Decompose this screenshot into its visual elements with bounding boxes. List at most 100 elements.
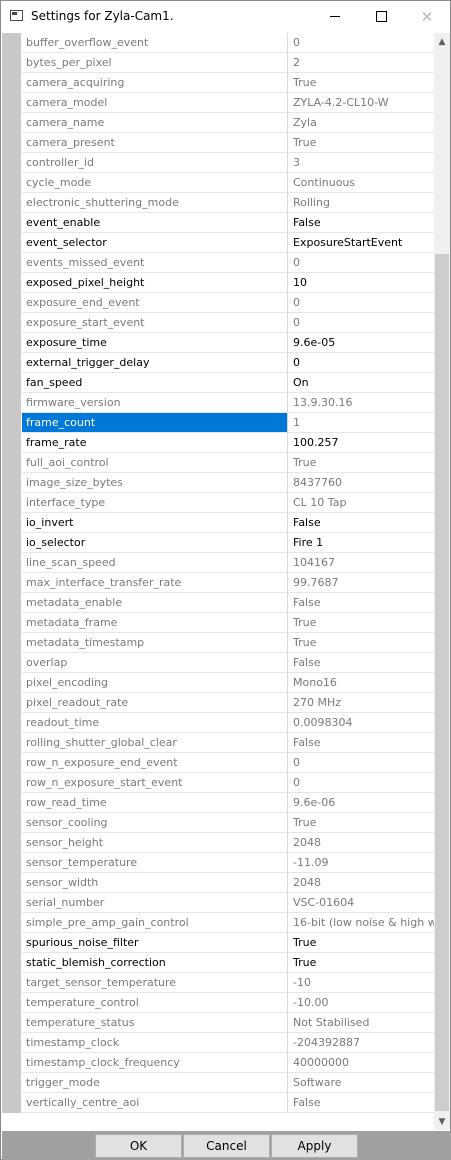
- property-value[interactable]: False: [288, 513, 434, 533]
- ok-button[interactable]: OK: [95, 1134, 182, 1158]
- property-name[interactable]: events_missed_event: [22, 253, 288, 273]
- property-name[interactable]: target_sensor_temperature: [22, 973, 288, 993]
- property-name[interactable]: pixel_readout_rate: [22, 693, 288, 713]
- property-name[interactable]: max_interface_transfer_rate: [22, 573, 288, 593]
- property-name[interactable]: exposure_start_event: [22, 313, 288, 333]
- property-name[interactable]: row_n_exposure_start_event: [22, 773, 288, 793]
- property-row[interactable]: io_invert False: [22, 513, 434, 533]
- property-value[interactable]: Fire 1: [288, 533, 434, 553]
- property-name[interactable]: readout_time: [22, 713, 288, 733]
- property-name[interactable]: external_trigger_delay: [22, 353, 288, 373]
- property-name[interactable]: io_selector: [22, 533, 288, 553]
- property-row[interactable]: temperature_status Not Stabilised: [22, 1013, 434, 1033]
- property-row[interactable]: sensor_width 2048: [22, 873, 434, 893]
- property-name[interactable]: buffer_overflow_event: [22, 33, 288, 53]
- property-name[interactable]: temperature_control: [22, 993, 288, 1013]
- property-value[interactable]: 0: [288, 353, 434, 373]
- property-row[interactable]: row_read_time 9.6e-06: [22, 793, 434, 813]
- property-row[interactable]: bytes_per_pixel 2: [22, 53, 434, 73]
- title-bar[interactable]: Settings for Zyla-Cam1. ✕: [1, 1, 450, 32]
- property-name[interactable]: fan_speed: [22, 373, 288, 393]
- property-name[interactable]: sensor_height: [22, 833, 288, 853]
- property-name[interactable]: pixel_encoding: [22, 673, 288, 693]
- property-name[interactable]: line_scan_speed: [22, 553, 288, 573]
- property-name[interactable]: row_n_exposure_end_event: [22, 753, 288, 773]
- property-row[interactable]: cycle_mode Continuous: [22, 173, 434, 193]
- property-row[interactable]: frame_count 1: [22, 413, 434, 433]
- property-name[interactable]: simple_pre_amp_gain_control: [22, 913, 288, 933]
- property-row[interactable]: serial_number VSC-01604: [22, 893, 434, 913]
- property-name[interactable]: trigger_mode: [22, 1073, 288, 1093]
- property-name[interactable]: frame_rate: [22, 433, 288, 453]
- maximize-button[interactable]: [358, 1, 404, 32]
- property-row[interactable]: io_selector Fire 1: [22, 533, 434, 553]
- property-row[interactable]: row_n_exposure_start_event 0: [22, 773, 434, 793]
- property-row[interactable]: row_n_exposure_end_event 0: [22, 753, 434, 773]
- property-name[interactable]: exposed_pixel_height: [22, 273, 288, 293]
- property-value[interactable]: False: [288, 213, 434, 233]
- property-value[interactable]: 10: [288, 273, 434, 293]
- cancel-button[interactable]: Cancel: [183, 1134, 270, 1158]
- property-name[interactable]: static_blemish_correction: [22, 953, 288, 973]
- close-button[interactable]: ✕: [404, 1, 450, 32]
- property-name[interactable]: sensor_width: [22, 873, 288, 893]
- scroll-up-button[interactable]: ▲: [434, 33, 450, 50]
- property-row[interactable]: line_scan_speed 104167: [22, 553, 434, 573]
- property-row[interactable]: controller_id 3: [22, 153, 434, 173]
- property-row[interactable]: camera_name Zyla: [22, 113, 434, 133]
- property-name[interactable]: camera_present: [22, 133, 288, 153]
- scroll-down-button[interactable]: ▼: [434, 1113, 450, 1130]
- property-name[interactable]: temperature_status: [22, 1013, 288, 1033]
- property-value[interactable]: 9.6e-05: [288, 333, 434, 353]
- property-row[interactable]: static_blemish_correction True: [22, 953, 434, 973]
- property-name[interactable]: camera_acquiring: [22, 73, 288, 93]
- property-row[interactable]: pixel_readout_rate 270 MHz: [22, 693, 434, 713]
- property-name[interactable]: electronic_shuttering_mode: [22, 193, 288, 213]
- property-name[interactable]: metadata_timestamp: [22, 633, 288, 653]
- property-name[interactable]: image_size_bytes: [22, 473, 288, 493]
- property-row[interactable]: trigger_mode Software: [22, 1073, 434, 1093]
- property-name[interactable]: exposure_time: [22, 333, 288, 353]
- property-value[interactable]: 100.257: [288, 433, 434, 453]
- property-row[interactable]: image_size_bytes 8437760: [22, 473, 434, 493]
- property-row[interactable]: buffer_overflow_event 0: [22, 33, 434, 53]
- property-name[interactable]: frame_count: [22, 413, 288, 433]
- apply-button[interactable]: Apply: [271, 1134, 358, 1158]
- property-row[interactable]: metadata_timestamp True: [22, 633, 434, 653]
- property-row[interactable]: timestamp_clock_frequency 40000000: [22, 1053, 434, 1073]
- property-row[interactable]: timestamp_clock -204392887: [22, 1033, 434, 1053]
- property-row[interactable]: electronic_shuttering_mode Rolling: [22, 193, 434, 213]
- property-name[interactable]: metadata_frame: [22, 613, 288, 633]
- property-row[interactable]: exposure_time 9.6e-05: [22, 333, 434, 353]
- property-name[interactable]: timestamp_clock: [22, 1033, 288, 1053]
- property-name[interactable]: rolling_shutter_global_clear: [22, 733, 288, 753]
- property-row[interactable]: exposure_end_event 0: [22, 293, 434, 313]
- minimize-button[interactable]: [312, 1, 358, 32]
- property-row[interactable]: event_selector ExposureStartEvent: [22, 233, 434, 253]
- property-row[interactable]: interface_type CL 10 Tap: [22, 493, 434, 513]
- property-row[interactable]: temperature_control -10.00: [22, 993, 434, 1013]
- property-name[interactable]: serial_number: [22, 893, 288, 913]
- property-name[interactable]: spurious_noise_filter: [22, 933, 288, 953]
- property-name[interactable]: cycle_mode: [22, 173, 288, 193]
- property-name[interactable]: full_aoi_control: [22, 453, 288, 473]
- property-name[interactable]: camera_model: [22, 93, 288, 113]
- property-name[interactable]: camera_name: [22, 113, 288, 133]
- property-row[interactable]: exposed_pixel_height 10: [22, 273, 434, 293]
- property-row[interactable]: target_sensor_temperature -10: [22, 973, 434, 993]
- property-name[interactable]: metadata_enable: [22, 593, 288, 613]
- property-value[interactable]: True: [288, 953, 434, 973]
- property-name[interactable]: sensor_temperature: [22, 853, 288, 873]
- property-row[interactable]: frame_rate 100.257: [22, 433, 434, 453]
- property-row[interactable]: vertically_centre_aoi False: [22, 1093, 434, 1113]
- property-name[interactable]: firmware_version: [22, 393, 288, 413]
- property-value[interactable]: True: [288, 933, 434, 953]
- property-row[interactable]: spurious_noise_filter True: [22, 933, 434, 953]
- property-name[interactable]: io_invert: [22, 513, 288, 533]
- property-row[interactable]: simple_pre_amp_gain_control 16-bit (low n…: [22, 913, 434, 933]
- property-row[interactable]: fan_speed On: [22, 373, 434, 393]
- property-row[interactable]: full_aoi_control True: [22, 453, 434, 473]
- property-name[interactable]: sensor_cooling: [22, 813, 288, 833]
- property-name[interactable]: exposure_end_event: [22, 293, 288, 313]
- property-name[interactable]: row_read_time: [22, 793, 288, 813]
